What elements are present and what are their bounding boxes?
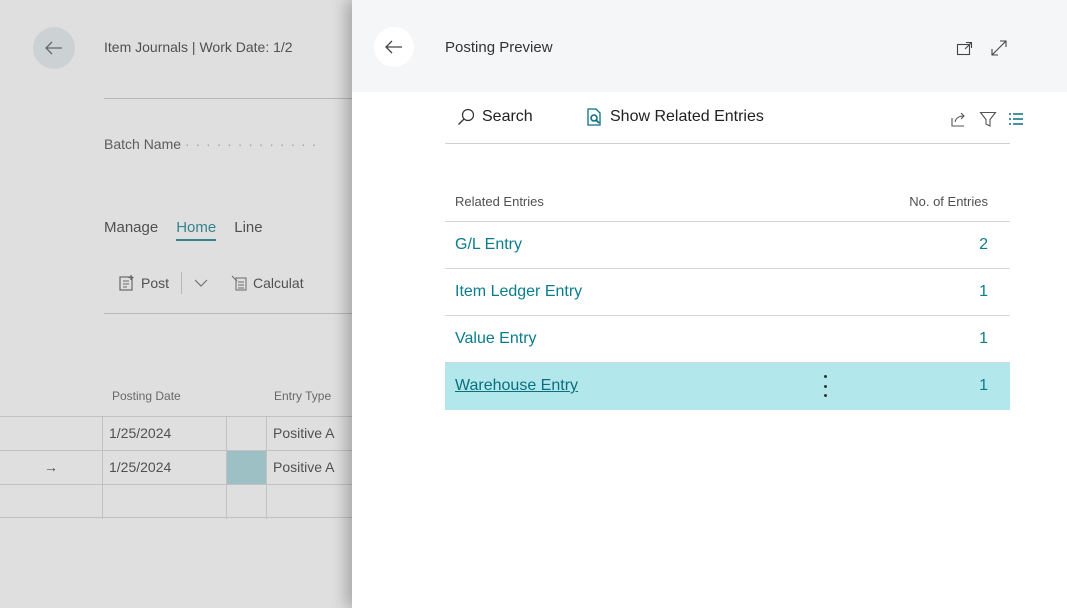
open-in-new-window-icon[interactable] — [954, 37, 976, 59]
dialog-title: Posting Preview — [445, 39, 553, 56]
more-options-icon[interactable] — [821, 375, 829, 397]
arrow-left-icon — [385, 40, 402, 54]
show-related-label: Show Related Entries — [610, 108, 764, 125]
search-button[interactable]: Search — [457, 108, 533, 126]
dialog-header: Posting Preview — [352, 0, 1067, 92]
show-related-entries-button[interactable]: Show Related Entries — [585, 108, 764, 126]
share-icon[interactable] — [947, 108, 969, 130]
entry-name-link[interactable]: Warehouse Entry — [455, 377, 578, 395]
list-item[interactable]: G/L Entry 2 — [445, 222, 1010, 269]
posting-preview-dialog: Posting Preview Search Show Related Entr… — [352, 0, 1067, 608]
dialog-toolbar: Search Show Related Entries — [445, 100, 1023, 144]
entry-count[interactable]: 1 — [979, 377, 988, 395]
search-icon — [458, 108, 475, 125]
entry-count[interactable]: 1 — [979, 283, 988, 301]
entry-name-link[interactable]: Item Ledger Entry — [455, 283, 582, 301]
list-header: Related Entries No. of Entries — [445, 180, 1010, 222]
modal-backdrop — [0, 0, 352, 608]
dialog-back-button[interactable] — [374, 27, 414, 67]
list-item-selected[interactable]: Warehouse Entry 1 — [445, 363, 1010, 410]
list-item[interactable]: Value Entry 1 — [445, 316, 1010, 363]
entry-name-link[interactable]: Value Entry — [455, 330, 537, 348]
col-related-entries: Related Entries — [455, 194, 544, 209]
filter-icon[interactable] — [977, 108, 999, 130]
list-item[interactable]: Item Ledger Entry 1 — [445, 269, 1010, 316]
document-search-icon — [587, 108, 601, 126]
list-view-icon[interactable] — [1005, 108, 1027, 130]
entry-count[interactable]: 2 — [979, 236, 988, 254]
entry-count[interactable]: 1 — [979, 330, 988, 348]
related-entries-list: Related Entries No. of Entries G/L Entry… — [445, 180, 1010, 410]
expand-icon[interactable] — [988, 37, 1010, 59]
col-no-of-entries: No. of Entries — [909, 194, 988, 209]
search-label: Search — [482, 108, 533, 125]
entry-name-link[interactable]: G/L Entry — [455, 236, 522, 254]
